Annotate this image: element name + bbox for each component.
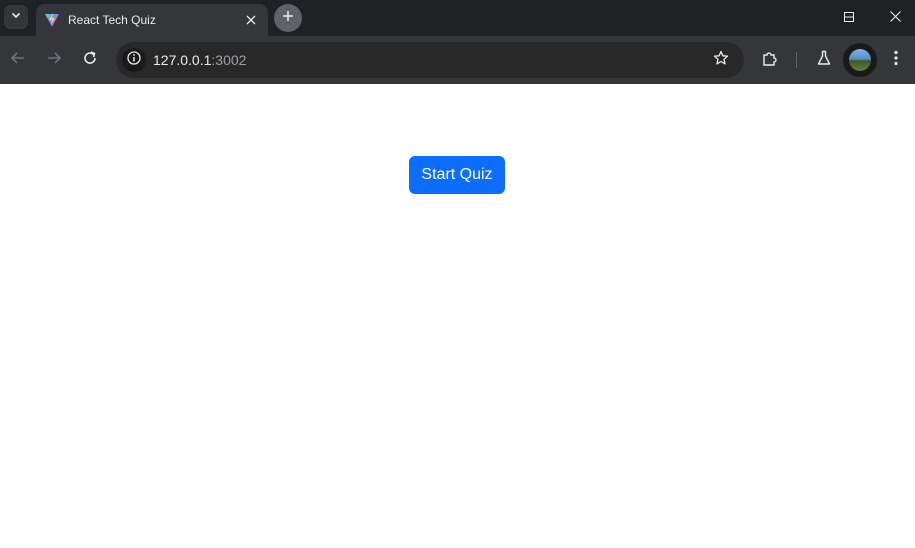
tab-search-button[interactable] [4, 5, 28, 29]
browser-toolbar: 127.0.0.1:3002 [0, 36, 915, 84]
new-tab-button[interactable] [274, 4, 302, 32]
puzzle-icon [761, 49, 779, 72]
close-window-button[interactable] [872, 0, 915, 36]
arrow-left-icon [10, 50, 26, 71]
bookmark-button[interactable] [712, 50, 730, 71]
address-bar[interactable]: 127.0.0.1:3002 [116, 42, 744, 78]
start-quiz-button[interactable]: Start Quiz [409, 156, 505, 194]
plus-icon [282, 9, 294, 27]
close-window-icon [889, 9, 901, 27]
site-info-button[interactable] [122, 48, 146, 72]
vite-icon [44, 12, 60, 28]
avatar-image [849, 49, 871, 71]
star-icon [713, 50, 729, 71]
arrow-right-icon [46, 50, 62, 71]
more-vertical-icon [894, 50, 898, 71]
profile-avatar[interactable] [843, 43, 877, 77]
reload-button[interactable] [78, 48, 102, 72]
browser-titlebar: React Tech Quiz [0, 0, 915, 36]
chevron-down-icon [10, 8, 22, 26]
browser-menu-button[interactable] [884, 48, 908, 72]
url-port: :3002 [211, 52, 247, 68]
minimize-button-area [780, 0, 826, 36]
maximize-icon [844, 9, 854, 27]
reload-icon [82, 50, 98, 71]
close-tab-icon[interactable] [242, 11, 260, 29]
extensions-button[interactable] [758, 48, 782, 72]
tab-title: React Tech Quiz [68, 13, 156, 27]
url-host: 127.0.0.1 [153, 52, 212, 68]
page-content: Start Quiz [0, 84, 915, 548]
forward-button[interactable] [42, 48, 66, 72]
maximize-button[interactable] [826, 0, 872, 36]
url-text: 127.0.0.1:3002 [153, 52, 246, 68]
flask-icon [816, 50, 832, 71]
info-icon [127, 50, 141, 70]
labs-button[interactable] [812, 48, 836, 72]
back-button[interactable] [6, 48, 30, 72]
toolbar-divider [796, 52, 797, 68]
browser-tab-active[interactable]: React Tech Quiz [36, 4, 268, 36]
